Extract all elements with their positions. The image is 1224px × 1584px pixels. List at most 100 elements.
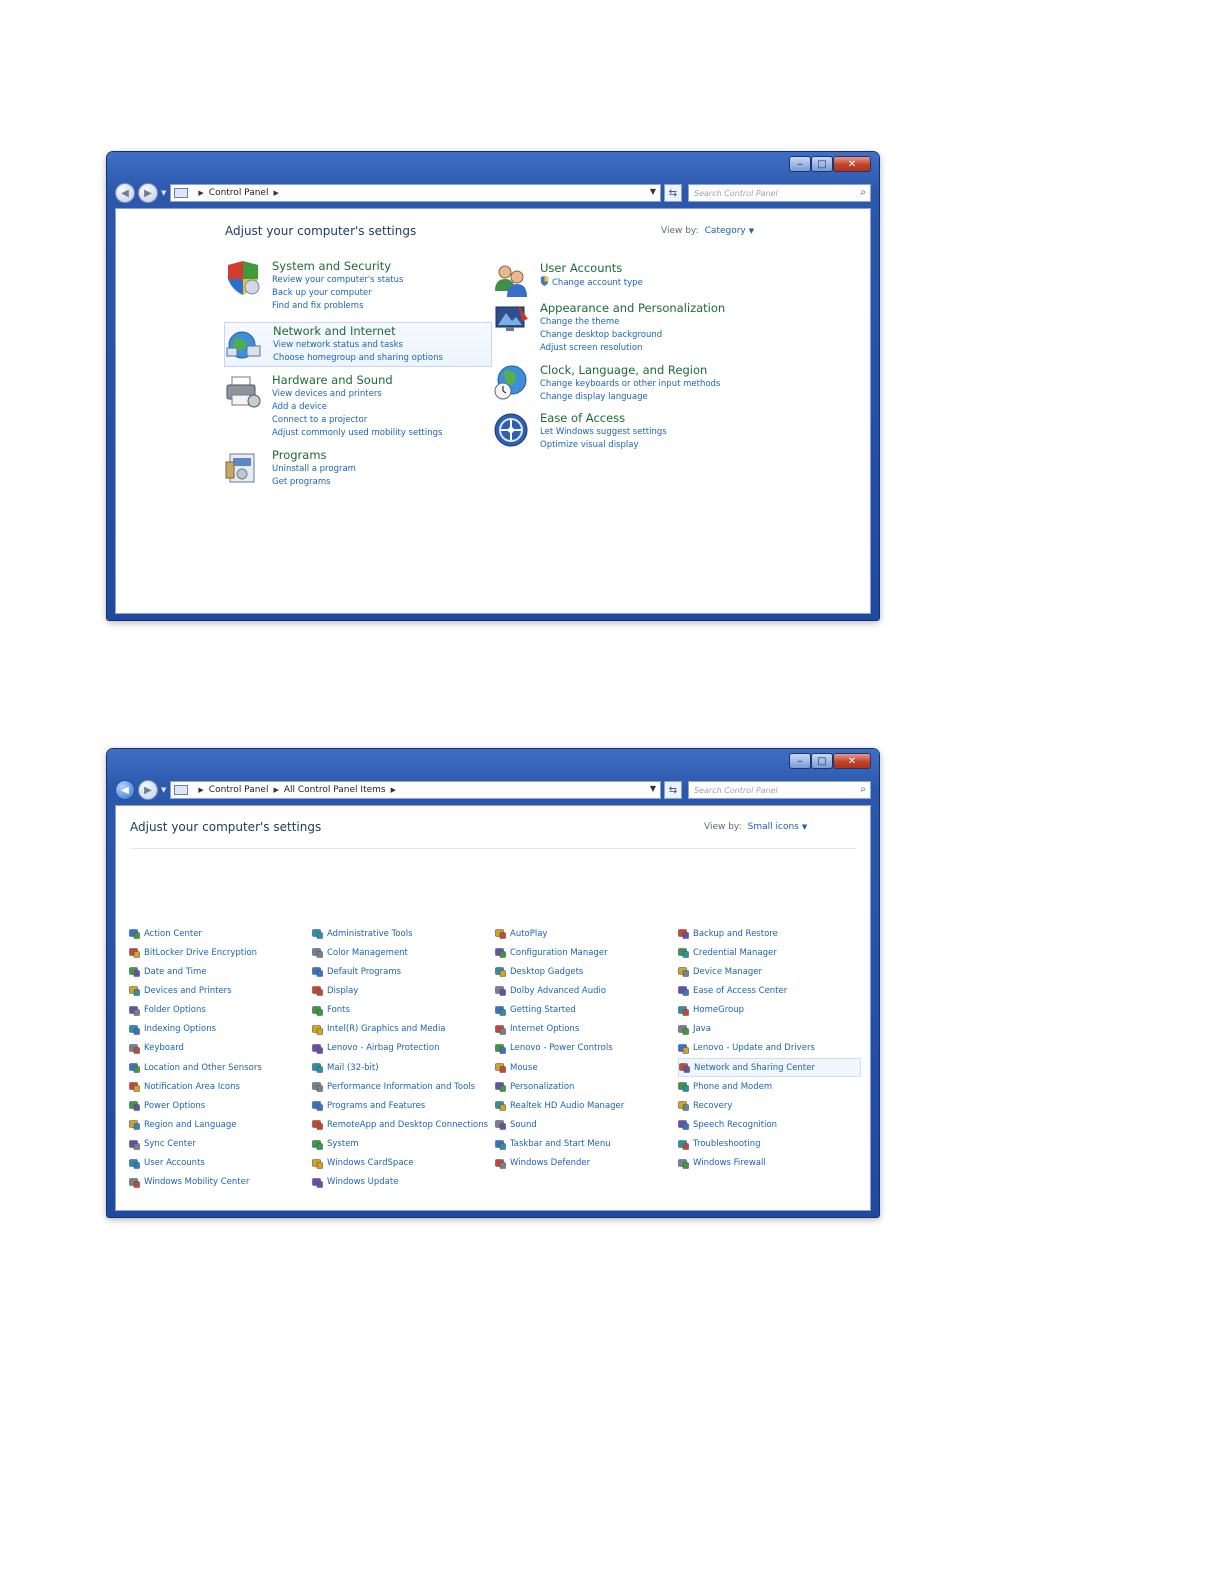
category-link[interactable]: Choose homegroup and sharing options <box>273 352 491 365</box>
chevron-right-icon[interactable]: ▶ <box>273 786 278 794</box>
cp-item-region-and-language[interactable]: Region and Language <box>129 1115 312 1134</box>
cp-item-network-and-sharing-center[interactable]: Network and Sharing Center <box>678 1057 861 1078</box>
chevron-down-icon[interactable]: ▼ <box>802 823 807 831</box>
cp-item-getting-started[interactable]: Getting Started <box>495 1001 678 1020</box>
refresh-button[interactable]: ⇆ <box>664 781 682 799</box>
category-link[interactable]: Adjust screen resolution <box>540 342 760 355</box>
chevron-right-icon[interactable]: ▶ <box>391 786 396 794</box>
cp-item-mail-32-bit[interactable]: Mail (32-bit) <box>312 1058 495 1077</box>
cp-item-desktop-gadgets[interactable]: Desktop Gadgets <box>495 962 678 981</box>
cp-item-devices-and-printers[interactable]: Devices and Printers <box>129 981 312 1000</box>
category-link[interactable]: Change keyboards or other input methods <box>540 378 760 391</box>
refresh-button[interactable]: ⇆ <box>664 184 682 202</box>
cp-item-taskbar-and-start-menu[interactable]: Taskbar and Start Menu <box>495 1135 678 1154</box>
cp-item-remoteapp-and-desktop-connections[interactable]: RemoteApp and Desktop Connections <box>312 1115 495 1134</box>
cp-item-keyboard[interactable]: Keyboard <box>129 1039 312 1058</box>
cp-item-autoplay[interactable]: AutoPlay <box>495 924 678 943</box>
category-link[interactable]: Optimize visual display <box>540 439 760 452</box>
category-link[interactable]: View network status and tasks <box>273 339 491 352</box>
chevron-right-icon[interactable]: ▶ <box>273 189 278 197</box>
search-box[interactable]: ⌕ <box>688 184 871 202</box>
cp-item-realtek-hd-audio-manager[interactable]: Realtek HD Audio Manager <box>495 1096 678 1115</box>
cp-item-credential-manager[interactable]: Credential Manager <box>678 943 861 962</box>
cp-item-administrative-tools[interactable]: Administrative Tools <box>312 924 495 943</box>
chevron-right-icon[interactable]: ▶ <box>198 189 203 197</box>
category-link[interactable]: Change desktop background <box>540 329 760 342</box>
cp-item-programs-and-features[interactable]: Programs and Features <box>312 1096 495 1115</box>
category-title[interactable]: Hardware and Sound <box>272 373 492 388</box>
cp-item-windows-update[interactable]: Windows Update <box>312 1173 495 1192</box>
category-link-with-shield[interactable]: Change account type <box>540 276 760 290</box>
cp-item-performance-information-and-tools[interactable]: Performance Information and Tools <box>312 1077 495 1096</box>
cp-item-recovery[interactable]: Recovery <box>678 1096 861 1115</box>
view-by-selector[interactable]: Category <box>705 226 746 236</box>
cp-item-dolby-advanced-audio[interactable]: Dolby Advanced Audio <box>495 981 678 1000</box>
category-link[interactable]: Change the theme <box>540 316 760 329</box>
chevron-down-icon[interactable]: ▼ <box>650 784 656 793</box>
forward-button[interactable]: ▶ <box>138 183 158 203</box>
breadcrumb-all-items[interactable]: All Control Panel Items <box>284 785 386 795</box>
cp-item-bitlocker-drive-encryption[interactable]: BitLocker Drive Encryption <box>129 943 312 962</box>
cp-item-mouse[interactable]: Mouse <box>495 1058 678 1077</box>
cp-item-indexing-options[interactable]: Indexing Options <box>129 1020 312 1039</box>
category-title[interactable]: Clock, Language, and Region <box>540 363 760 378</box>
view-by-selector[interactable]: Small icons <box>748 822 799 832</box>
category-network-internet[interactable]: Network and Internet View network status… <box>224 322 492 367</box>
back-button[interactable]: ◀ <box>115 780 135 800</box>
category-title[interactable]: System and Security <box>272 259 492 274</box>
category-title[interactable]: Network and Internet <box>273 324 491 339</box>
close-button[interactable]: ✕ <box>833 156 871 172</box>
maximize-button[interactable]: □ <box>811 156 833 172</box>
category-link[interactable]: Uninstall a program <box>272 463 492 476</box>
category-link[interactable]: Get programs <box>272 476 492 489</box>
search-box[interactable]: ⌕ <box>688 781 871 799</box>
category-title[interactable]: Ease of Access <box>540 411 760 426</box>
cp-item-lenovo-airbag-protection[interactable]: Lenovo - Airbag Protection <box>312 1039 495 1058</box>
category-title[interactable]: User Accounts <box>540 261 760 276</box>
category-link[interactable]: Back up your computer <box>272 287 492 300</box>
cp-item-color-management[interactable]: Color Management <box>312 943 495 962</box>
cp-item-sound[interactable]: Sound <box>495 1115 678 1134</box>
category-title[interactable]: Programs <box>272 448 492 463</box>
cp-item-display[interactable]: Display <box>312 981 495 1000</box>
cp-item-action-center[interactable]: Action Center <box>129 924 312 943</box>
category-link[interactable]: Connect to a projector <box>272 414 492 427</box>
category-link[interactable]: Add a device <box>272 401 492 414</box>
cp-item-java[interactable]: Java <box>678 1020 861 1039</box>
cp-item-windows-mobility-center[interactable]: Windows Mobility Center <box>129 1173 312 1192</box>
cp-item-user-accounts[interactable]: User Accounts <box>129 1154 312 1173</box>
minimize-button[interactable]: – <box>789 156 811 172</box>
minimize-button[interactable]: – <box>789 753 811 769</box>
maximize-button[interactable]: □ <box>811 753 833 769</box>
category-link[interactable]: Let Windows suggest settings <box>540 426 760 439</box>
cp-item-sync-center[interactable]: Sync Center <box>129 1135 312 1154</box>
chevron-down-icon[interactable]: ▼ <box>749 227 754 235</box>
cp-item-windows-cardspace[interactable]: Windows CardSpace <box>312 1154 495 1173</box>
breadcrumb-control-panel[interactable]: Control Panel <box>209 188 269 198</box>
search-icon[interactable]: ⌕ <box>860 784 866 795</box>
cp-item-device-manager[interactable]: Device Manager <box>678 962 861 981</box>
address-bar[interactable]: ▶ Control Panel ▶ ▼ <box>170 184 661 202</box>
cp-item-speech-recognition[interactable]: Speech Recognition <box>678 1115 861 1134</box>
cp-item-default-programs[interactable]: Default Programs <box>312 962 495 981</box>
category-link[interactable]: Change display language <box>540 391 760 404</box>
search-input[interactable] <box>694 785 844 795</box>
chevron-down-icon[interactable]: ▼ <box>650 187 656 196</box>
cp-item-folder-options[interactable]: Folder Options <box>129 1001 312 1020</box>
cp-item-power-options[interactable]: Power Options <box>129 1096 312 1115</box>
close-button[interactable]: ✕ <box>833 753 871 769</box>
chevron-right-icon[interactable]: ▶ <box>198 786 203 794</box>
cp-item-phone-and-modem[interactable]: Phone and Modem <box>678 1077 861 1096</box>
category-link[interactable]: Review your computer's status <box>272 274 492 287</box>
recent-pages-dropdown[interactable]: ▼ <box>161 189 166 197</box>
search-input[interactable] <box>694 188 844 198</box>
cp-item-lenovo-update-and-drivers[interactable]: Lenovo - Update and Drivers <box>678 1039 861 1058</box>
search-icon[interactable]: ⌕ <box>860 187 866 198</box>
address-bar[interactable]: ▶ Control Panel ▶ All Control Panel Item… <box>170 781 661 799</box>
cp-item-system[interactable]: System <box>312 1135 495 1154</box>
cp-item-windows-firewall[interactable]: Windows Firewall <box>678 1154 861 1173</box>
cp-item-location-and-other-sensors[interactable]: Location and Other Sensors <box>129 1058 312 1077</box>
cp-item-homegroup[interactable]: HomeGroup <box>678 1001 861 1020</box>
cp-item-troubleshooting[interactable]: Troubleshooting <box>678 1135 861 1154</box>
cp-item-configuration-manager[interactable]: Configuration Manager <box>495 943 678 962</box>
